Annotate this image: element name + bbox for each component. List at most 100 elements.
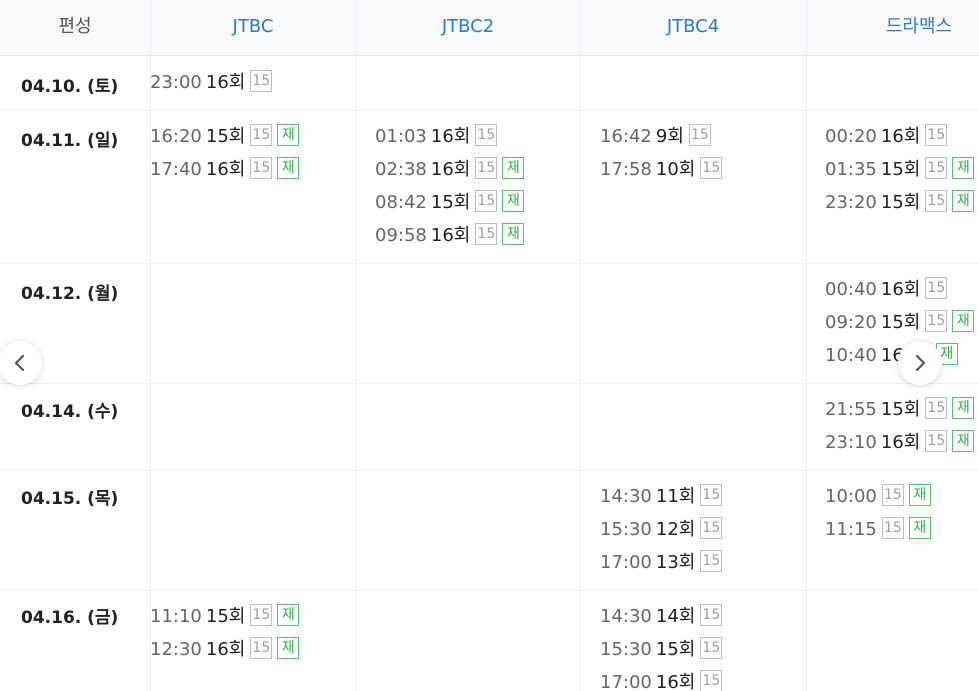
air-time: 16:20 bbox=[150, 126, 202, 147]
schedule-entry[interactable]: 09:20 15회 15 재 bbox=[825, 310, 975, 335]
schedule-entry[interactable]: 01:03 16회 15 bbox=[375, 124, 498, 149]
age-rating-badge: 15 bbox=[700, 550, 723, 572]
air-time: 14:30 bbox=[600, 486, 652, 507]
episode-number: 16회 bbox=[205, 159, 246, 180]
row-date: 04.15. (목) bbox=[21, 489, 119, 509]
air-time: 23:10 bbox=[825, 432, 877, 453]
air-time: 14:30 bbox=[600, 606, 652, 627]
channel-jtbc4[interactable]: JTBC4 bbox=[580, 0, 806, 56]
age-rating-badge: 15 bbox=[475, 157, 498, 179]
rerun-badge: 재 bbox=[952, 157, 975, 179]
header-date-label: 편성 bbox=[58, 16, 92, 37]
age-rating-badge: 15 bbox=[925, 124, 948, 146]
schedule-entry[interactable]: 15:30 15회 15 bbox=[600, 637, 723, 662]
schedule-entry[interactable]: 08:42 15회 15 재 bbox=[375, 190, 525, 215]
age-rating-badge: 15 bbox=[881, 517, 904, 539]
air-time: 01:35 bbox=[825, 159, 877, 180]
row-date: 04.16. (금) bbox=[21, 608, 119, 628]
age-rating-badge: 15 bbox=[925, 310, 948, 332]
episode-number: 14회 bbox=[655, 606, 696, 627]
air-time: 17:00 bbox=[600, 552, 652, 573]
air-time: 11:10 bbox=[150, 606, 202, 627]
schedule-entry[interactable]: 17:00 16회 15 bbox=[600, 670, 723, 691]
channel-jtbc[interactable]: JTBC bbox=[150, 0, 356, 56]
rerun-badge: 재 bbox=[277, 604, 300, 626]
air-time: 15:30 bbox=[600, 519, 652, 540]
air-time: 02:38 bbox=[375, 159, 427, 180]
schedule-entry[interactable]: 00:20 16회 15 bbox=[825, 124, 948, 149]
channel-dramax[interactable]: 드라맥스 bbox=[806, 0, 979, 56]
schedule-entry[interactable]: 17:00 13회 15 bbox=[600, 550, 723, 575]
episode-number: 16회 bbox=[880, 126, 921, 147]
age-rating-badge: 15 bbox=[250, 637, 273, 659]
rerun-badge: 재 bbox=[277, 124, 300, 146]
air-time: 10:00 bbox=[825, 486, 877, 507]
air-time: 01:03 bbox=[375, 126, 427, 147]
schedule-entry[interactable]: 11:15 15 재 bbox=[825, 517, 931, 542]
row-date: 04.14. (수) bbox=[21, 402, 119, 422]
schedule-entry[interactable]: 21:55 15회 15 재 bbox=[825, 397, 975, 422]
episode-number: 9회 bbox=[655, 126, 684, 147]
age-rating-badge: 15 bbox=[475, 124, 498, 146]
schedule-entry[interactable]: 14:30 11회 15 bbox=[600, 484, 723, 509]
rerun-badge: 재 bbox=[502, 223, 525, 245]
age-rating-badge: 15 bbox=[700, 670, 723, 691]
schedule-table: 편성 JTBC JTBC2 JTBC4 드라맥스 04.10. (토) 04.1… bbox=[0, 0, 979, 691]
row-divider bbox=[0, 470, 979, 471]
rerun-badge: 재 bbox=[908, 517, 931, 539]
schedule-entry[interactable]: 16:20 15회 15 재 bbox=[150, 124, 300, 149]
schedule-entry[interactable]: 23:00 16회 15 bbox=[150, 70, 273, 95]
episode-number: 16회 bbox=[880, 432, 921, 453]
schedule-entry[interactable]: 14:30 14회 15 bbox=[600, 604, 723, 629]
schedule-entry[interactable]: 12:30 16회 15 재 bbox=[150, 637, 300, 662]
age-rating-badge: 15 bbox=[925, 397, 948, 419]
schedule-entry[interactable]: 23:20 15회 15 재 bbox=[825, 190, 975, 215]
air-time: 23:20 bbox=[825, 192, 877, 213]
schedule-entry[interactable]: 17:58 10회 15 bbox=[600, 157, 723, 182]
channel-jtbc2[interactable]: JTBC2 bbox=[356, 0, 580, 56]
age-rating-badge: 15 bbox=[250, 157, 273, 179]
air-time: 09:58 bbox=[375, 225, 427, 246]
air-time: 21:55 bbox=[825, 399, 877, 420]
schedule-entry[interactable]: 23:10 16회 15 재 bbox=[825, 430, 975, 455]
episode-number: 10회 bbox=[655, 159, 696, 180]
air-time: 10:40 bbox=[825, 345, 877, 366]
air-time: 12:30 bbox=[150, 639, 202, 660]
episode-number: 15회 bbox=[880, 399, 921, 420]
schedule-entry[interactable]: 00:40 16회 15 bbox=[825, 277, 948, 302]
schedule-entry[interactable]: 10:00 15 재 bbox=[825, 484, 931, 509]
column-divider bbox=[580, 0, 581, 691]
air-time: 11:15 bbox=[825, 519, 877, 540]
row-date: 04.12. (월) bbox=[21, 284, 119, 304]
age-rating-badge: 15 bbox=[700, 484, 723, 506]
schedule-entry[interactable]: 11:10 15회 15 재 bbox=[150, 604, 300, 629]
air-time: 00:20 bbox=[825, 126, 877, 147]
next-button[interactable] bbox=[898, 341, 942, 385]
rerun-badge: 재 bbox=[952, 430, 975, 452]
age-rating-badge: 15 bbox=[475, 190, 498, 212]
chevron-left-icon bbox=[14, 354, 25, 372]
age-rating-badge: 15 bbox=[881, 484, 904, 506]
column-divider bbox=[806, 0, 807, 691]
row-divider bbox=[0, 383, 979, 384]
schedule-entry[interactable]: 15:30 12회 15 bbox=[600, 517, 723, 542]
air-time: 15:30 bbox=[600, 639, 652, 660]
rerun-badge: 재 bbox=[952, 397, 975, 419]
age-rating-badge: 15 bbox=[250, 124, 273, 146]
age-rating-badge: 15 bbox=[700, 637, 723, 659]
episode-number: 16회 bbox=[430, 225, 471, 246]
prev-button[interactable] bbox=[0, 341, 42, 385]
schedule-entry[interactable]: 01:35 15회 15 재 bbox=[825, 157, 975, 182]
episode-number: 16회 bbox=[205, 72, 246, 93]
schedule-entry[interactable]: 16:42 9회 15 bbox=[600, 124, 711, 149]
episode-number: 16회 bbox=[205, 639, 246, 660]
schedule-entry[interactable]: 02:38 16회 15 재 bbox=[375, 157, 525, 182]
episode-number: 15회 bbox=[655, 639, 696, 660]
rerun-badge: 재 bbox=[277, 637, 300, 659]
episode-number: 16회 bbox=[655, 672, 696, 691]
episode-number: 13회 bbox=[655, 552, 696, 573]
schedule-entry[interactable]: 17:40 16회 15 재 bbox=[150, 157, 300, 182]
age-rating-badge: 15 bbox=[250, 604, 273, 626]
schedule-entry[interactable]: 09:58 16회 15 재 bbox=[375, 223, 525, 248]
age-rating-badge: 15 bbox=[700, 517, 723, 539]
